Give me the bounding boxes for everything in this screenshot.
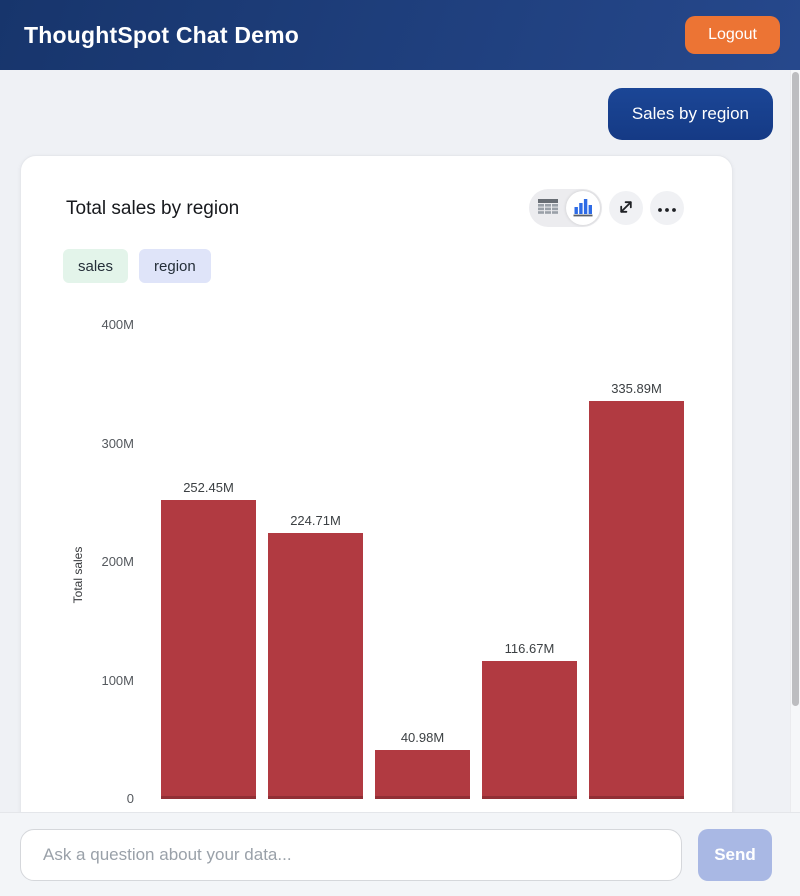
chart-bar[interactable] <box>482 661 577 799</box>
question-input[interactable] <box>20 829 682 881</box>
scrollbar-track[interactable] <box>790 70 800 812</box>
bar-value-label: 116.67M <box>469 641 590 656</box>
bar-value-label: 40.98M <box>362 730 483 745</box>
column-tags: sales region <box>63 249 211 283</box>
bar-value-label: 224.71M <box>255 513 376 528</box>
user-message-chip: Sales by region <box>608 88 773 140</box>
chart-bar[interactable] <box>161 500 256 799</box>
scrollbar-thumb[interactable] <box>792 72 799 706</box>
chart-view-button[interactable] <box>566 191 600 225</box>
chart-bar[interactable] <box>589 401 684 799</box>
view-toggle <box>529 189 602 227</box>
y-tick-label: 300M <box>64 436 134 451</box>
bar-value-label: 252.45M <box>148 480 269 495</box>
y-tick-label: 0 <box>64 791 134 806</box>
y-tick-label: 200M <box>64 554 134 569</box>
app-title: ThoughtSpot Chat Demo <box>24 22 299 49</box>
table-icon <box>538 199 558 218</box>
card-title: Total sales by region <box>66 198 239 220</box>
chart-bar[interactable] <box>375 750 470 799</box>
expand-button[interactable] <box>609 191 643 225</box>
y-tick-label: 100M <box>64 673 134 688</box>
send-button[interactable]: Send <box>698 829 772 881</box>
more-options-button[interactable] <box>650 191 684 225</box>
chart-plot: Total sales 0 100M 200M 300M 400M 252.45M 224.… <box>21 306 734 812</box>
chat-area: Sales by region Total sales by region <box>0 70 800 812</box>
logout-button[interactable]: Logout <box>685 16 780 54</box>
y-axis-title: Total sales <box>71 535 85 615</box>
bar-chart-icon <box>573 197 593 220</box>
answer-card: Total sales by region <box>20 155 733 812</box>
table-view-button[interactable] <box>531 191 565 225</box>
bar-value-label: 335.89M <box>576 381 697 396</box>
y-tick-label: 400M <box>64 317 134 332</box>
expand-icon <box>617 198 635 219</box>
chart-bar[interactable] <box>268 533 363 799</box>
card-toolbar <box>529 189 684 227</box>
ellipsis-icon <box>657 201 677 216</box>
column-tag-region[interactable]: region <box>139 249 211 283</box>
composer: Send <box>0 812 800 896</box>
app-header: ThoughtSpot Chat Demo Logout <box>0 0 800 70</box>
column-tag-sales[interactable]: sales <box>63 249 128 283</box>
